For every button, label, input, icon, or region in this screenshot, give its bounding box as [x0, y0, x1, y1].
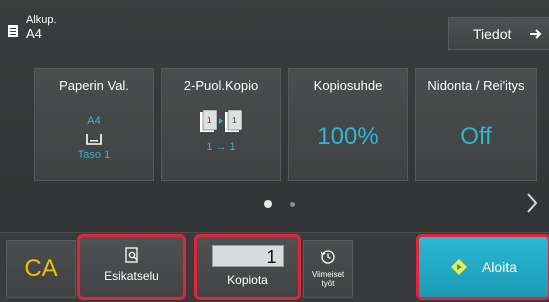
recent-jobs-label-1: Viimeiset	[311, 270, 345, 279]
duplex-icon: 1 1	[200, 109, 243, 132]
paper-select-title: Paperin Val.	[59, 78, 129, 93]
duplex-mode-value: 1 → 1	[206, 141, 236, 153]
copy-ratio-title: Kopiosuhde	[313, 78, 383, 93]
staple-punch-card[interactable]: Nidonta / Rei'itys Off	[415, 68, 537, 181]
clear-all-button[interactable]: CA	[6, 240, 76, 298]
svg-text:1: 1	[232, 116, 237, 125]
start-label: Aloita	[481, 259, 518, 275]
tray-icon	[86, 134, 102, 145]
history-icon	[320, 250, 335, 264]
original-size: A4	[26, 26, 42, 41]
copies-button[interactable]: 1 Kopiota	[194, 234, 301, 300]
duplex-copy-card[interactable]: 2-Puol.Kopio 1 1 1 → 1	[161, 68, 281, 181]
document-icon	[8, 25, 18, 37]
start-icon	[450, 259, 467, 275]
copy-ratio-value: 100%	[317, 123, 379, 150]
page-dot-active	[264, 200, 272, 208]
preview-label: Esikatselu	[104, 269, 159, 283]
recent-jobs-label-2: työt	[321, 279, 335, 288]
arrow-right-icon	[530, 28, 542, 39]
paper-size-value: A4	[87, 115, 101, 127]
copies-input[interactable]: 1	[211, 245, 284, 267]
info-button[interactable]: Tiedot	[448, 17, 549, 50]
preview-icon	[124, 247, 138, 263]
staple-punch-value: Off	[460, 123, 492, 150]
copies-label: Kopiota	[227, 273, 268, 287]
start-button[interactable]: Aloita	[416, 234, 549, 300]
svg-text:1: 1	[207, 116, 212, 125]
duplex-copy-title: 2-Puol.Kopio	[183, 78, 259, 93]
tray-value: Taso 1	[77, 149, 111, 161]
clear-all-label: CA	[24, 255, 58, 282]
staple-punch-title: Nidonta / Rei'itys	[427, 78, 525, 93]
chevron-right-icon[interactable]	[522, 190, 542, 216]
paper-select-card[interactable]: Paperin Val. A4 Taso 1	[34, 68, 154, 181]
copy-ratio-card[interactable]: Kopiosuhde 100%	[288, 68, 408, 181]
page-dot-inactive[interactable]	[290, 202, 295, 207]
info-label: Tiedot	[473, 25, 512, 42]
preview-button[interactable]: Esikatselu	[77, 234, 186, 300]
copy-screen: Alkup. A4 Tiedot Paperin Val. A4 Taso 1 …	[0, 0, 549, 302]
recent-jobs-button[interactable]: Viimeiset työt	[303, 240, 353, 298]
original-indicator[interactable]: Alkup. A4	[6, 14, 96, 50]
